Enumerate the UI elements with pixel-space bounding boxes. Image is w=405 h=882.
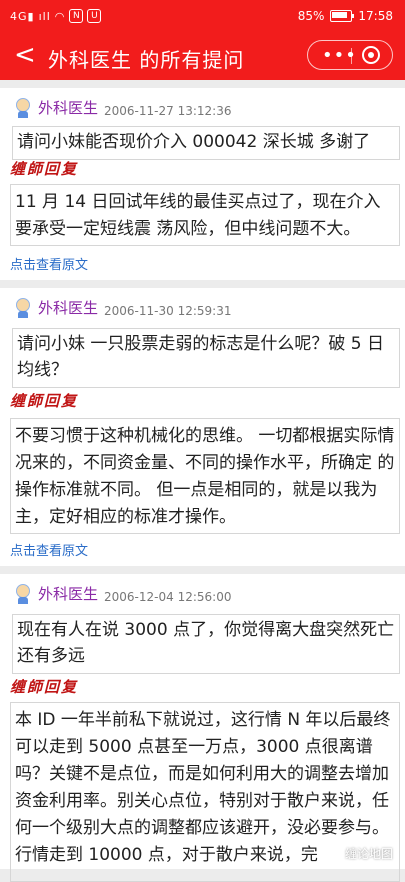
battery-percent: 85% [297, 9, 325, 23]
asker-row: 外科医生 2006-12-04 12:56:00 [12, 580, 231, 604]
asker-name[interactable]: 外科医生 [38, 583, 98, 604]
back-button[interactable]: < [14, 40, 36, 70]
wifi-icon: ◠ [54, 9, 66, 23]
reply-box: 11 月 14 日回试年线的最佳买点过了，现在介入要承受一定短线震 荡风险，但中… [10, 184, 400, 246]
reply-label: 缠師回复 [10, 392, 79, 410]
post-time: 2006-11-27 13:12:36 [104, 104, 232, 118]
status-right: 85% 17:58 [298, 9, 393, 23]
avatar-icon [12, 296, 34, 318]
post-time: 2006-12-04 12:56:00 [104, 590, 232, 604]
asker-row: 外科医生 2006-11-30 12:59:31 [12, 294, 231, 318]
top-bar: 4G▮ ıll ◠ N U 85% 17:58 < 外科医生 的所有提问 ••• [0, 0, 405, 80]
view-original-link[interactable]: 点击查看原文 [10, 540, 88, 559]
post-card-3: 外科医生 2006-12-04 12:56:00 现在有人在说 3000 点了，… [0, 574, 405, 882]
close-target-icon[interactable] [362, 46, 380, 64]
status-left: 4G▮ ıll ◠ N U [10, 9, 102, 23]
clock: 17:58 [358, 9, 393, 23]
reply-text: 本 ID 一年半前私下就说过，这行情 N 年以后最终可以走到 5000 点甚至一… [15, 710, 391, 865]
reply-label: 缠師回复 [10, 160, 79, 178]
post-card-2: 外科医生 2006-11-30 12:59:31 请问小妹 一只股票走弱的标志是… [0, 288, 405, 566]
question-text: 现在有人在说 3000 点了，你觉得离大盘突然死亡还有多远 [17, 620, 395, 666]
reply-box: 不要习惯于这种机械化的思维。 一切都根据实际情况来的，不同资金量、不同的操作水平… [10, 418, 400, 534]
battery-icon [330, 10, 355, 22]
reply-text: 不要习惯于这种机械化的思维。 一切都根据实际情况来的，不同资金量、不同的操作水平… [15, 426, 395, 527]
asker-name[interactable]: 外科医生 [38, 97, 98, 118]
view-original-link[interactable]: 点击查看原文 [10, 254, 88, 273]
signal-icon: ıll [38, 9, 51, 23]
question-text: 请问小妹能否现价介入 000042 深长城 多谢了 [17, 132, 371, 152]
miniprogram-capsule: ••• [307, 40, 393, 70]
capsule-divider [351, 48, 352, 64]
post-time: 2006-11-30 12:59:31 [104, 304, 232, 318]
page-title: 外科医生 的所有提问 [48, 48, 245, 72]
asker-name[interactable]: 外科医生 [38, 297, 98, 318]
avatar-icon [12, 96, 34, 118]
avatar-icon [12, 582, 34, 604]
app-n-icon: N [69, 9, 84, 23]
question-text: 请问小妹 一只股票走弱的标志是什么呢？破 5 日均线？ [17, 334, 385, 380]
watermark: 缠论地图 [344, 847, 393, 861]
question-box: 现在有人在说 3000 点了，你觉得离大盘突然死亡还有多远 [12, 614, 400, 674]
reply-label: 缠師回复 [10, 678, 79, 696]
app-u-icon: U [87, 9, 102, 23]
asker-row: 外科医生 2006-11-27 13:12:36 [12, 94, 231, 118]
question-box: 请问小妹 一只股票走弱的标志是什么呢？破 5 日均线？ [12, 328, 400, 388]
post-card-1: 外科医生 2006-11-27 13:12:36 请问小妹能否现价介入 0000… [0, 88, 405, 280]
app-header: < 外科医生 的所有提问 ••• [0, 34, 405, 80]
status-bar: 4G▮ ıll ◠ N U 85% 17:58 [0, 0, 405, 34]
signal-4g-icon: 4G▮ [10, 9, 35, 23]
reply-text: 11 月 14 日回试年线的最佳买点过了，现在介入要承受一定短线震 荡风险，但中… [15, 192, 381, 239]
question-box: 请问小妹能否现价介入 000042 深长城 多谢了 [12, 126, 400, 160]
reply-box: 本 ID 一年半前私下就说过，这行情 N 年以后最终可以走到 5000 点甚至一… [10, 702, 400, 882]
